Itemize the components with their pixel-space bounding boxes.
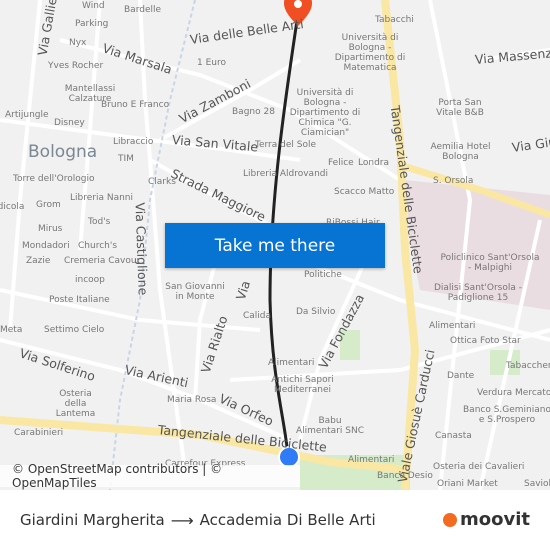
poi-label: Terra del Sole xyxy=(255,140,316,150)
poi-label: Alimentari xyxy=(348,455,395,465)
poi-label: Babu Alimentari SNC xyxy=(295,416,364,436)
poi-label: Cremeria Cavour xyxy=(64,256,141,266)
poi-label: Torre dell'Orologio xyxy=(13,174,95,184)
poi-label: Banco S.Geminiano e S.Prospero xyxy=(463,405,550,425)
poi-label: Università di Bologna - Dipartimento di … xyxy=(289,88,361,138)
poi-label: TIM xyxy=(118,154,134,164)
poi-label: San Giovanni in Monte xyxy=(165,282,225,302)
poi-label: Clarks xyxy=(148,177,176,187)
poi-label: Poste Italiane xyxy=(49,295,110,305)
poi-label: 1 Euro xyxy=(197,58,226,68)
poi-label: Londra xyxy=(358,158,389,168)
poi-label: Dialisi Sant'Orsola - Padiglione 15 xyxy=(433,283,523,303)
poi-label: Tabacchi xyxy=(375,15,414,25)
poi-label: Dante xyxy=(447,371,475,381)
take-me-there-button[interactable]: Take me there xyxy=(165,223,385,268)
poi-label: Antichi Sapori Mediterranei xyxy=(271,375,334,395)
street-label: Via Castiglione xyxy=(132,202,151,296)
map[interactable]: Bologna Via Marsala Via delle Belle Arti… xyxy=(0,0,550,490)
poi-label: Scacco Matto xyxy=(334,187,395,197)
arrow-right-icon: ⟶ xyxy=(170,510,194,530)
poi-label: Libreria Nanni xyxy=(70,193,133,203)
poi-label: incoop xyxy=(75,275,105,285)
origin-label: Giardini Margherita xyxy=(20,511,165,529)
poi-label: Ottica Foto Star xyxy=(450,336,521,346)
poi-label: Grom xyxy=(36,200,61,210)
poi-label: Saviol xyxy=(524,479,550,489)
poi-label: Libraccio xyxy=(113,137,154,147)
poi-label: Aemilia Hotel Bologna xyxy=(430,142,491,162)
destination-label: Accademia Di Belle Arti xyxy=(199,511,376,529)
poi-label: Mirus xyxy=(38,224,63,234)
poi-label: Libreria Aldrovandi xyxy=(243,169,328,179)
moovit-logo-text: moovit xyxy=(460,509,530,530)
poi-label: Maria Rosa xyxy=(167,395,217,405)
poi-label: Mondadori xyxy=(22,241,70,251)
poi-label: Parking xyxy=(75,19,109,29)
poi-label: Wind xyxy=(82,1,105,11)
poi-label: Da Silvio xyxy=(296,307,336,317)
poi-label: Politiche xyxy=(304,270,342,280)
poi-label: Felice xyxy=(328,158,354,168)
poi-label: Oriani Market xyxy=(437,479,498,489)
poi-label: Bardelle xyxy=(124,5,162,15)
poi-label: Carabinieri xyxy=(14,428,64,438)
poi-label: Tabaccheria xyxy=(506,361,550,371)
map-attribution[interactable]: © OpenStreetMap contributors | © OpenMap… xyxy=(0,462,300,490)
poi-label: Artijungle xyxy=(5,110,49,120)
route-footer: Giardini Margherita ⟶ Accademia Di Belle… xyxy=(0,490,550,550)
poi-label: Disney xyxy=(54,118,85,128)
poi-label: Nyx xyxy=(69,38,87,48)
moovit-logo: moovit xyxy=(443,509,530,530)
poi-label: Policlinico Sant'Orsola - Malpighi xyxy=(440,253,540,273)
poi-label: Verdura Mercato xyxy=(477,388,550,398)
poi-label: Università di Bologna - Dipartimento di … xyxy=(334,33,406,73)
poi-label: Osteria della Lantema xyxy=(55,389,96,419)
poi-label: Alimentari xyxy=(429,321,476,331)
poi-label: Alimentari xyxy=(268,358,315,368)
poi-label: Canasta xyxy=(435,431,472,441)
poi-label: Banco Desio xyxy=(377,471,433,481)
poi-label: Yves Rocher xyxy=(48,61,104,71)
poi-label: Zazie xyxy=(26,256,51,266)
poi-label: Meta xyxy=(0,325,23,335)
city-label: Bologna xyxy=(28,142,98,162)
poi-label: Bruno E Franco xyxy=(101,100,170,110)
poi-label: Bagno 28 xyxy=(232,107,275,117)
poi-label: Porta San Vitale B&B xyxy=(436,98,484,118)
moovit-logo-icon xyxy=(443,512,457,527)
poi-label: Settimo Cielo xyxy=(44,325,105,335)
poi-label: S. Orsola xyxy=(433,176,474,186)
poi-label: Tod's xyxy=(88,217,111,227)
poi-label: Church's xyxy=(78,241,118,251)
poi-label: Edicola xyxy=(0,202,25,212)
poi-label: Osteria dei Cavalieri xyxy=(433,462,525,472)
poi-label: Calida xyxy=(243,311,272,321)
